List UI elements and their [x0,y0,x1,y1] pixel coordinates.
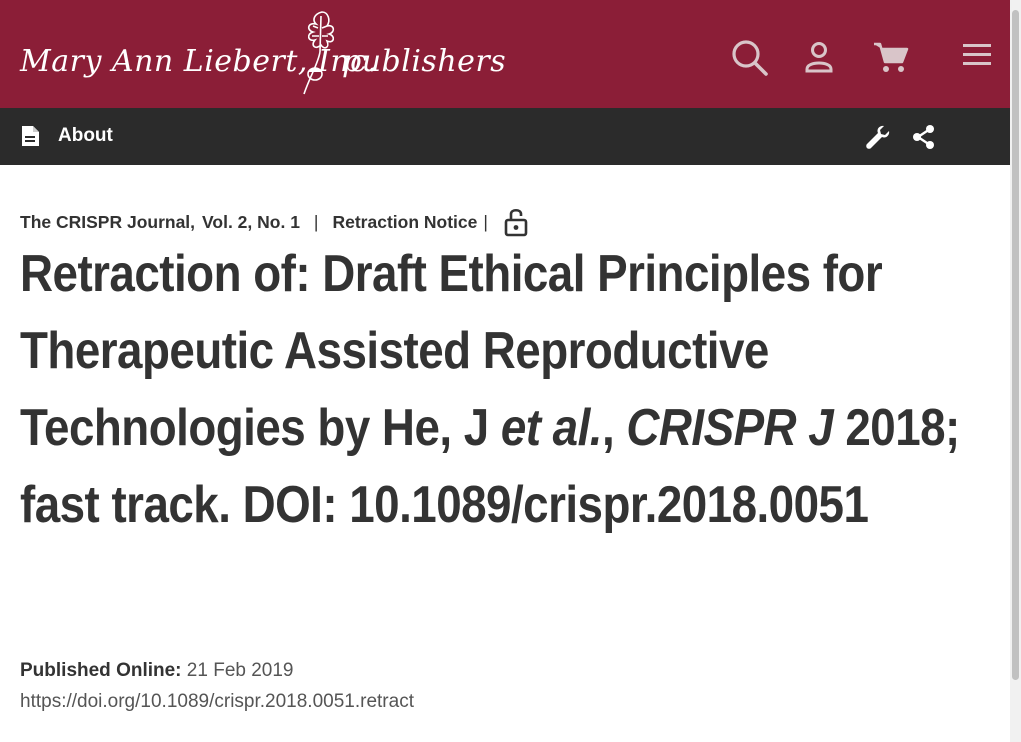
article-title: Retraction of: Draft Ethical Principles … [20,236,970,544]
title-italic-etal: et al. [500,399,603,457]
account-icon[interactable] [800,38,840,78]
site-header: Mary Ann Liebert, Inc. publishers [0,0,1010,108]
publisher-logo[interactable]: Mary Ann Liebert, Inc. publishers [20,6,506,98]
journal-link[interactable]: The CRISPR Journal, [20,212,195,233]
logo-suffix-text: publishers [342,44,507,79]
page-scrollbar[interactable] [1010,0,1021,742]
about-button[interactable]: About [20,122,113,150]
article-meta: The CRISPR Journal, Vol. 2, No. 1 | Retr… [20,204,528,240]
cart-icon[interactable] [872,38,912,78]
title-italic-journal: CRISPR J [626,399,834,457]
document-icon [22,126,39,146]
unlock-icon [504,208,528,237]
menu-icon[interactable] [958,38,998,78]
search-icon[interactable] [730,38,770,78]
oak-leaf-logo-icon [303,11,335,95]
issue-link[interactable]: Vol. 2, No. 1 [202,212,300,233]
about-label: About [58,125,113,146]
title-text-part2: , [601,399,627,457]
meta-separator: | [313,211,319,232]
article-type: Retraction Notice [332,211,478,232]
type-separator: | [483,211,488,232]
published-label: Published Online: [20,660,182,681]
published-online: Published Online: 21 Feb 2019 [20,660,294,682]
article-toolbar: About [0,108,1010,165]
doi-link[interactable]: https://doi.org/10.1089/crispr.2018.0051… [20,691,414,713]
published-date: 21 Feb 2019 [186,660,294,681]
share-icon[interactable] [910,123,938,151]
wrench-icon[interactable] [864,123,892,151]
scrollbar-thumb[interactable] [1012,10,1019,680]
